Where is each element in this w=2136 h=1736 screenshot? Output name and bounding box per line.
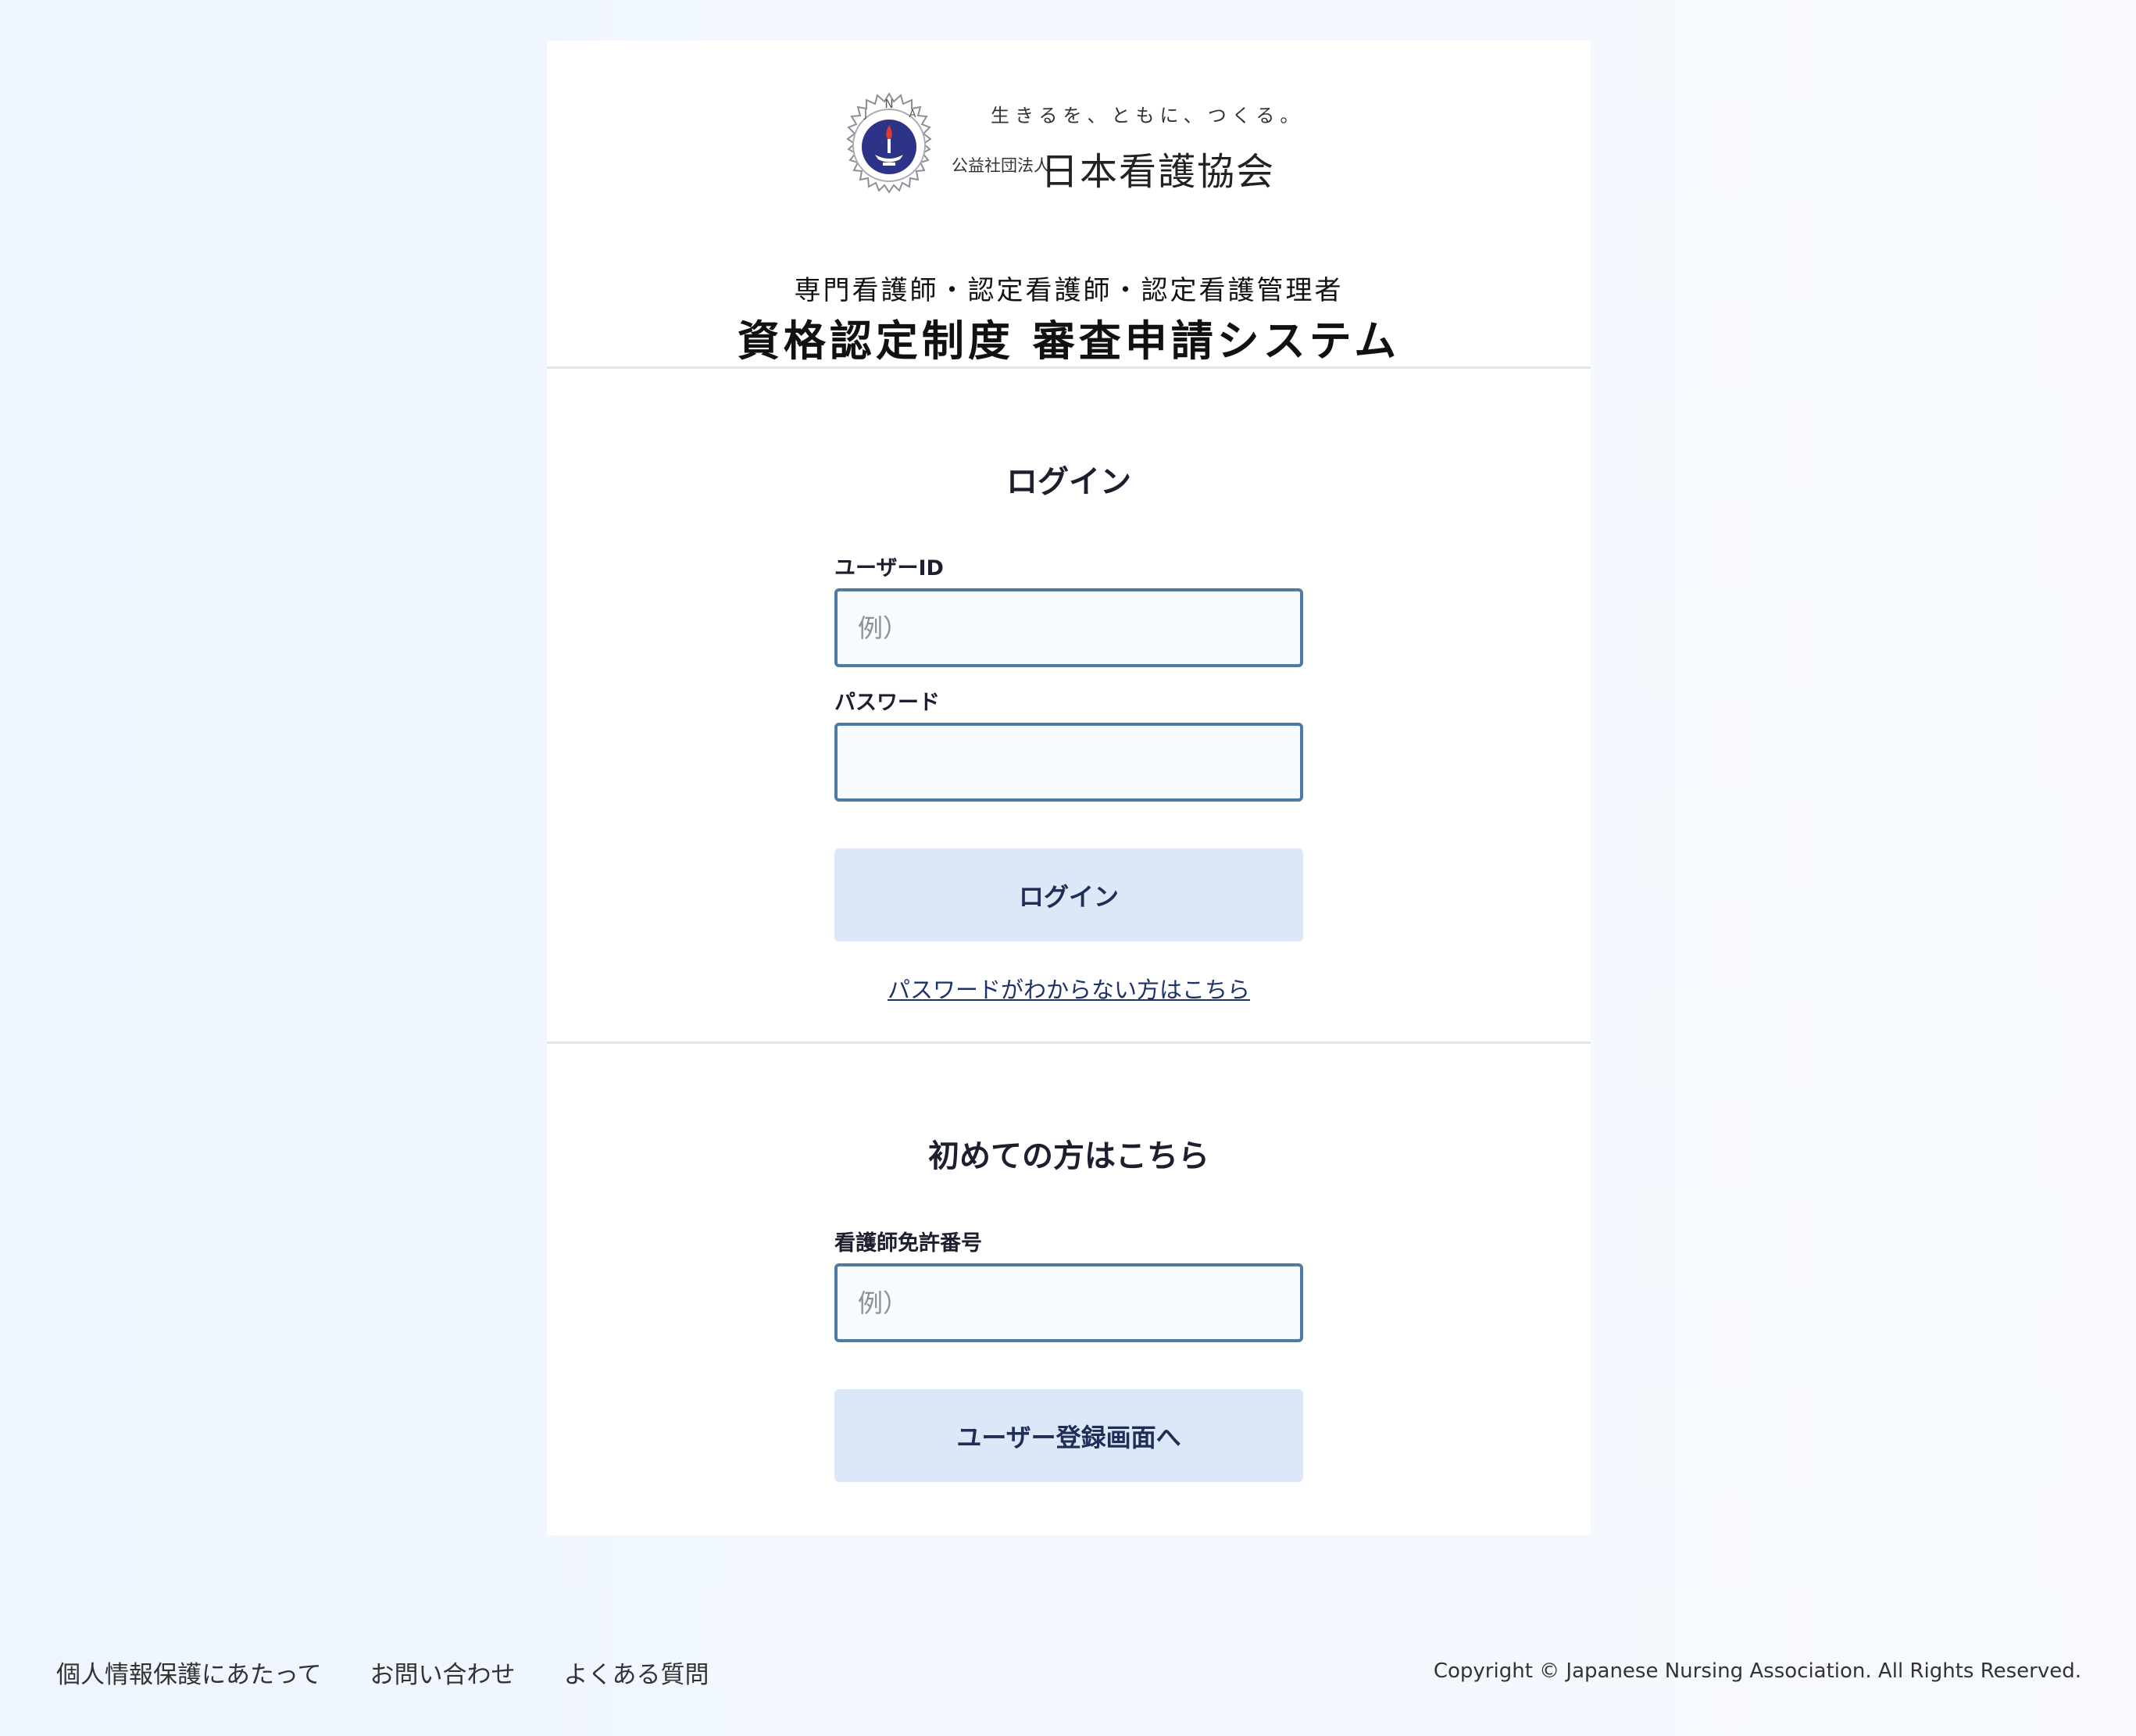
logo-org-name: 日本看護協会	[1041, 150, 1276, 194]
login-button[interactable]: ログイン	[834, 848, 1303, 941]
footer-link-faq[interactable]: よくある質問	[563, 1655, 709, 1689]
copyright-text: Copyright © Japanese Nursing Association…	[1433, 1659, 2081, 1683]
svg-text:A: A	[909, 109, 916, 120]
user-id-input[interactable]	[834, 588, 1303, 667]
password-input[interactable]	[834, 723, 1303, 802]
register-button[interactable]: ユーザー登録画面へ	[834, 1389, 1303, 1482]
license-number-input[interactable]	[834, 1263, 1303, 1342]
footer-links: 個人情報保護にあたって お問い合わせ よくある質問	[56, 1655, 709, 1689]
login-title: ログイン	[1006, 464, 1131, 500]
license-number-label: 看護師免許番号	[834, 1231, 982, 1256]
site-header: N J A 生きるを、ともに、つくる。 公益社団法人 日本看護協会 専門看護師・…	[547, 41, 1591, 369]
footer-link-contact[interactable]: お問い合わせ	[370, 1655, 515, 1689]
system-title: 資格認定制度 審査申請システム	[737, 316, 1401, 366]
footer-link-privacy[interactable]: 個人情報保護にあたって	[56, 1655, 321, 1689]
login-card: N J A 生きるを、ともに、つくる。 公益社団法人 日本看護協会 専門看護師・…	[547, 41, 1591, 1535]
logo-tagline: 生きるを、ともに、つくる。	[991, 105, 1305, 127]
svg-text:N: N	[884, 97, 893, 111]
logo-org-type: 公益社団法人	[952, 156, 1050, 175]
register-title: 初めての方はこちら	[928, 1138, 1209, 1174]
forgot-password-link[interactable]: パスワードがわからない方はこちら	[547, 972, 1591, 1005]
svg-text:J: J	[863, 109, 867, 120]
section-divider	[547, 1041, 1591, 1044]
password-label: パスワード	[834, 691, 940, 715]
jna-emblem-icon: N J A	[846, 92, 932, 194]
system-subtitle: 専門看護師・認定看護師・認定看護管理者	[794, 275, 1344, 306]
user-id-label: ユーザーID	[834, 556, 944, 580]
jna-logo: N J A 生きるを、ともに、つくる。 公益社団法人 日本看護協会	[836, 92, 1305, 202]
